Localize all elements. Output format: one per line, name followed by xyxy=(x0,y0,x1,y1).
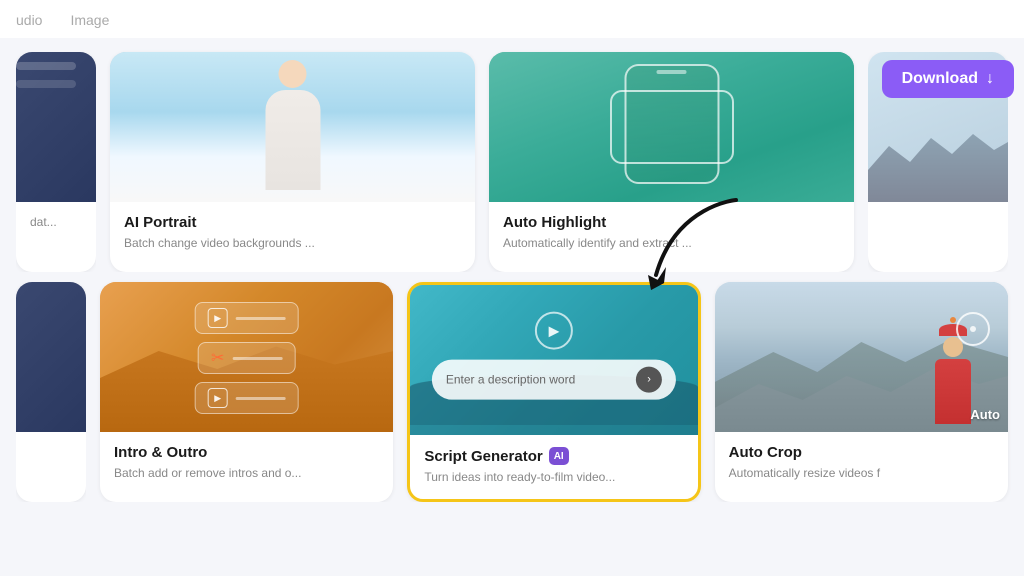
script-generator-title: Script Generator AI xyxy=(424,447,683,465)
script-play-icon: ▶ xyxy=(535,312,573,350)
partial-card-left: dat... xyxy=(16,52,96,272)
top-bar: udio Image xyxy=(0,0,1024,38)
script-arrow-icon[interactable]: › xyxy=(636,367,662,393)
auto-label: Auto xyxy=(970,407,1000,422)
script-generator-desc: Turn ideas into ready-to-film video... xyxy=(424,469,683,486)
download-label: Download xyxy=(902,70,978,88)
auto-crop-card[interactable]: Auto Auto Crop Automatically resize vide… xyxy=(715,282,1008,502)
auto-highlight-desc: Automatically identify and extract ... xyxy=(503,235,840,252)
auto-highlight-title: Auto Highlight xyxy=(503,214,840,231)
ai-portrait-title: AI Portrait xyxy=(124,214,461,231)
intro-outro-desc: Batch add or remove intros and o... xyxy=(114,465,379,482)
scissors-icon: ✂ xyxy=(211,348,224,368)
auto-crop-desc: Automatically resize videos f xyxy=(729,465,994,482)
tab-studio[interactable]: udio xyxy=(16,12,42,28)
script-generator-card[interactable]: ▶ Enter a description word › Script Gene… xyxy=(407,282,700,502)
download-icon: ↓ xyxy=(986,70,994,88)
phone-frame xyxy=(624,64,719,184)
script-input-placeholder: Enter a description word xyxy=(446,373,575,387)
intro-outro-title: Intro & Outro xyxy=(114,444,379,461)
auto-crop-title: Auto Crop xyxy=(729,444,994,461)
scissors-icon-pill: ✂ xyxy=(198,342,295,374)
ai-portrait-desc: Batch change video backgrounds ... xyxy=(124,235,461,252)
download-button[interactable]: Download ↓ xyxy=(882,60,1014,98)
partial-left-desc: dat... xyxy=(30,214,82,231)
tab-image[interactable]: Image xyxy=(70,12,109,28)
autocrop-target-icon xyxy=(956,312,990,346)
film-icon-pill: ▶ xyxy=(195,382,299,414)
ai-portrait-card[interactable]: AI Portrait Batch change video backgroun… xyxy=(110,52,475,272)
play-icon-pill: ▶ xyxy=(195,302,299,334)
intro-outro-card[interactable]: ▶ ✂ ▶ Int xyxy=(100,282,393,502)
card-row-2: ▶ ✂ ▶ Int xyxy=(0,272,1024,502)
card-row-1: dat... AI Portrait xyxy=(0,38,1024,272)
partial-card-left-2 xyxy=(16,282,86,502)
auto-highlight-card[interactable]: Auto Highlight Automatically identify an… xyxy=(489,52,854,272)
ai-badge: AI xyxy=(549,447,569,465)
script-input-pill[interactable]: Enter a description word › xyxy=(432,360,676,400)
